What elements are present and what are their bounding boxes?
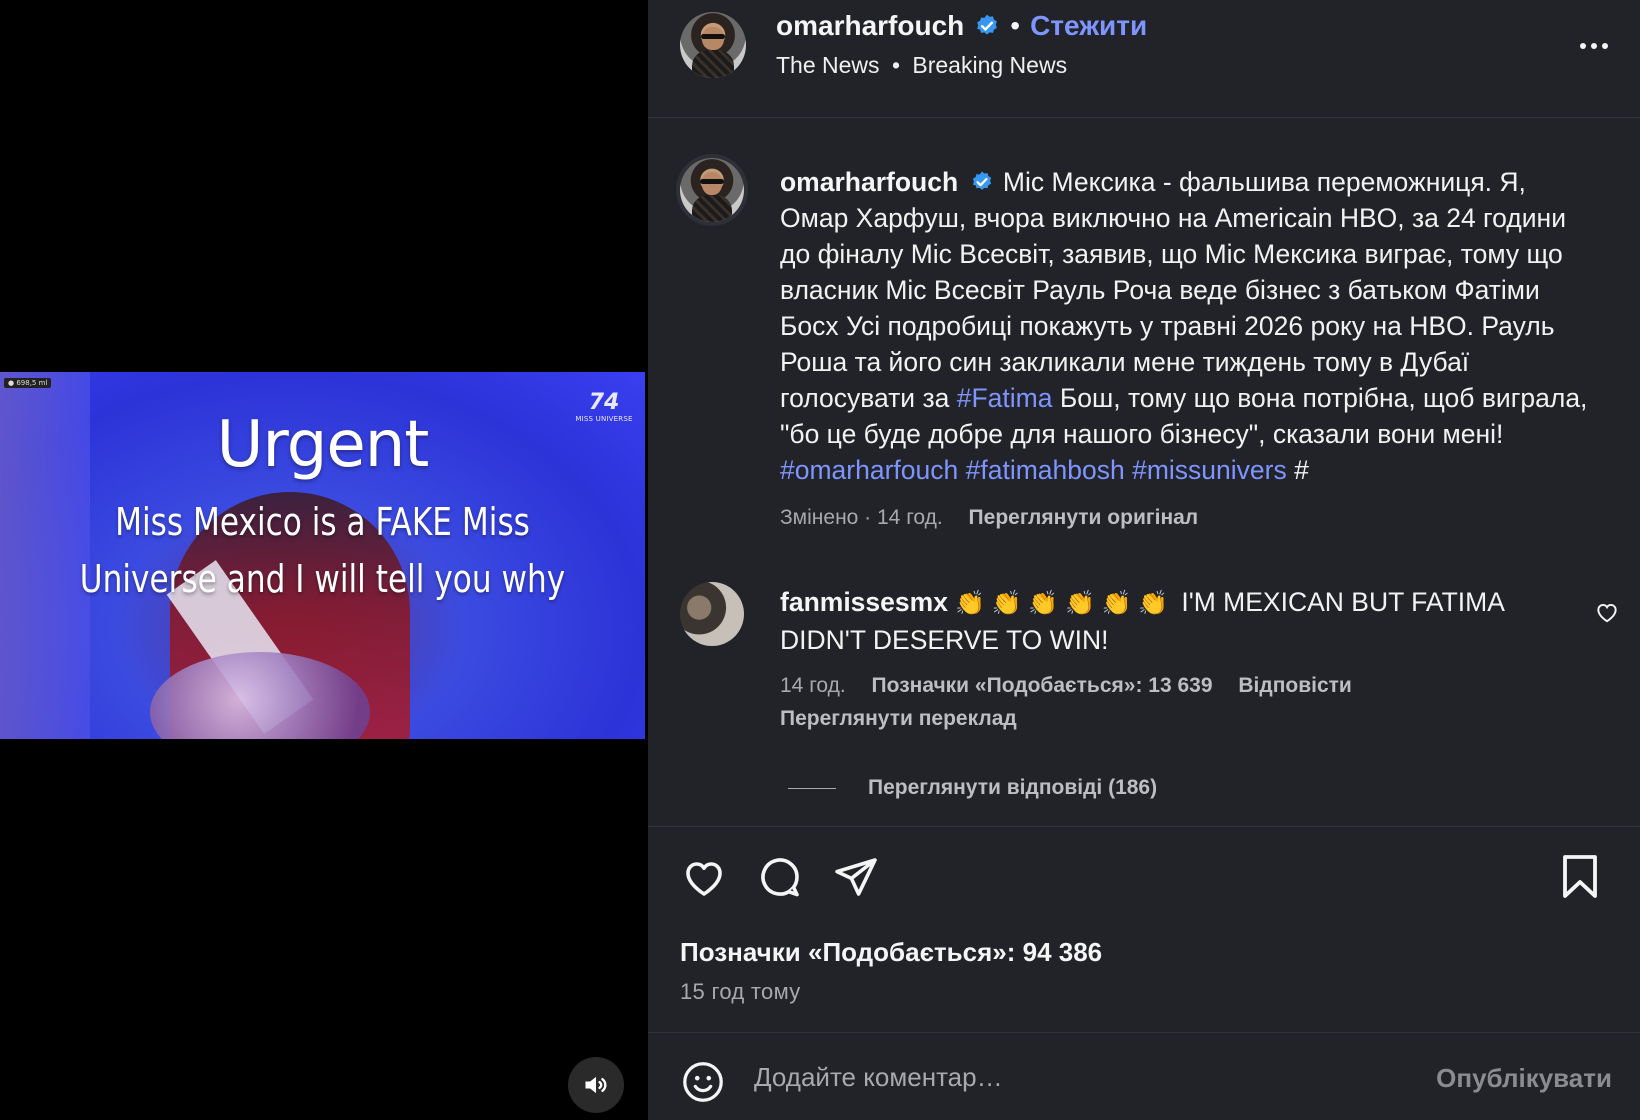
share-button[interactable] [832,853,880,906]
more-dot-icon [1580,43,1586,49]
save-button[interactable] [1558,853,1602,906]
post-caption: omarharfouch Міс Мексика - фальшива пере… [780,164,1600,488]
caption-username[interactable]: omarharfouch [780,167,958,197]
heart-icon [686,862,722,896]
bookmark-icon [1563,855,1597,898]
avatar-body [691,50,735,78]
caption-text: # [1286,455,1309,485]
video-player[interactable]: ● 698,5 ml 74 MISS UNIVERSE Urgent Miss … [0,372,645,739]
caption-text: Міс Мексика - фальшива переможниця. Я, О… [780,167,1566,413]
verified-badge-icon [977,14,998,35]
paper-plane-icon [835,858,877,896]
audio-separator: • [891,52,900,78]
post-header: omarharfouch • Стежити The News • Breaki… [648,0,1640,118]
speaker-icon [585,1076,607,1094]
video-title: Urgent [216,408,430,482]
commenter-username[interactable]: fanmissesmx [780,587,948,617]
video-caption-line-2: Universe and I will tell you why [79,557,566,601]
comment-composer: Опублікувати [648,1032,1640,1120]
comment-emojis: 👏 👏 👏 👏 👏 👏 [955,590,1168,617]
view-replies-label: Переглянути відповіді (186) [868,776,1158,799]
smiley-icon [683,1062,723,1102]
avatar-glasses [701,33,725,40]
media-pane: ● 698,5 ml 74 MISS UNIVERSE Urgent Miss … [0,0,645,1120]
view-translation-link[interactable]: Переглянути переклад [780,707,1017,731]
avatar-glasses [700,179,724,185]
caption-avatar[interactable] [680,158,744,222]
comment-bubble-icon [761,858,799,897]
post-timestamp: 15 год тому [680,979,801,1004]
comment-time: 14 год. [780,674,846,697]
avatar[interactable] [680,12,746,78]
header-username[interactable]: omarharfouch [776,10,964,42]
video-caption-line-1: Miss Mexico is a FAKE Miss [115,500,530,544]
post-likes-count[interactable]: Позначки «Подобається»: 94 386 [680,937,1102,968]
like-button[interactable] [680,853,728,906]
mute-button[interactable] [568,1057,624,1113]
audio-artist: The News [776,52,880,78]
comment-like-button[interactable] [1594,599,1620,630]
comment-input[interactable] [754,1055,1354,1099]
commenter-avatar[interactable] [680,582,744,646]
comment-meta: 14 год. Позначки «Подобається»: 13 639 В… [780,674,1352,698]
header-user-line: omarharfouch • Стежити [776,10,1147,42]
post-side-panel: omarharfouch • Стежити The News • Breaki… [648,0,1640,1120]
replies-divider [788,787,836,789]
more-dot-icon [1602,43,1608,49]
header-separator: • [1010,10,1021,41]
audio-title: Breaking News [912,52,1068,78]
view-replies-button[interactable]: Переглянути відповіді (186) [788,776,1157,800]
reply-button[interactable]: Відповісти [1238,674,1351,697]
comment-button[interactable] [756,853,804,906]
more-options-button[interactable] [1576,28,1612,64]
view-original-link[interactable]: Переглянути оригінал [969,506,1199,529]
video-badge: ● 698,5 ml [4,378,52,388]
more-dot-icon [1591,43,1597,49]
comment-body: fanmissesmx 👏 👏 👏 👏 👏 👏 I'M MEXICAN BUT … [780,584,1540,658]
hashtag-link[interactable]: #omarharfouch [780,455,958,485]
verified-badge-icon [972,171,991,190]
hashtag-link[interactable]: #Fatima [957,383,1053,413]
audio-info[interactable]: The News • Breaking News [776,52,1067,79]
avatar-body [691,195,733,222]
emoji-button[interactable] [680,1059,726,1110]
caption-meta: Змінено · 14 год. Переглянути оригінал [780,506,1198,530]
hashtag-link[interactable]: #fatimahbosh [966,455,1125,485]
follow-button[interactable]: Стежити [1030,10,1147,42]
publish-button[interactable]: Опублікувати [1436,1063,1612,1094]
post-actions: Позначки «Подобається»: 94 386 15 год то… [648,826,1640,1036]
comment-likes[interactable]: Позначки «Подобається»: 13 639 [872,674,1213,697]
edited-time: Змінено · 14 год. [780,506,943,529]
heart-icon [1597,603,1617,623]
hashtag-link[interactable]: #missunivers [1132,455,1287,485]
